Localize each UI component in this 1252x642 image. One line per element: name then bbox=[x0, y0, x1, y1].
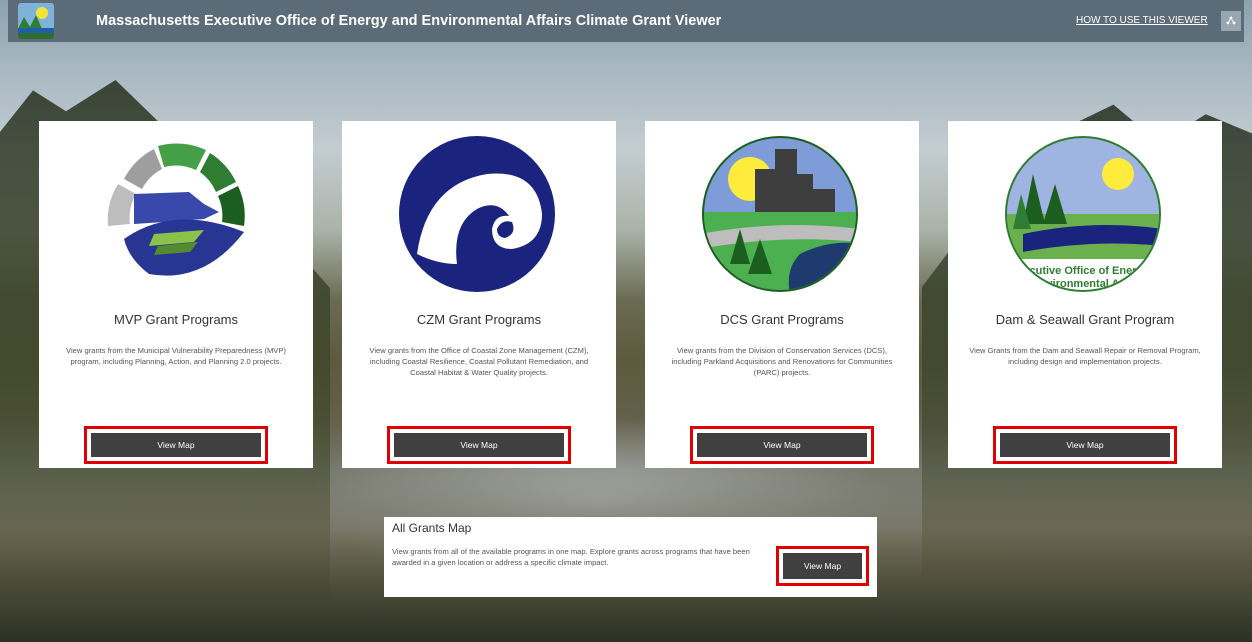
card-description: View Grants from the Dam and Seawall Rep… bbox=[969, 346, 1201, 366]
dcs-logo-image bbox=[702, 136, 858, 292]
highlight-box: View Map bbox=[690, 426, 874, 464]
app-title: Massachusetts Executive Office of Energy… bbox=[96, 13, 722, 29]
eea-logo[interactable] bbox=[18, 3, 54, 39]
highlight-box: View Map bbox=[84, 426, 268, 464]
view-map-button-all-grants[interactable]: View Map bbox=[783, 553, 862, 579]
all-grants-title: All Grants Map bbox=[392, 521, 472, 535]
card-title: MVP Grant Programs bbox=[113, 312, 239, 327]
czm-logo-image bbox=[399, 136, 555, 292]
card-description: View grants from the Office of Coastal Z… bbox=[369, 346, 589, 377]
share-button[interactable] bbox=[1221, 11, 1241, 31]
card-czm: CZM Grant Programs View grants from the … bbox=[342, 121, 616, 468]
view-map-button-dam-seawall[interactable]: View Map bbox=[1000, 433, 1170, 457]
top-header: Massachusetts Executive Office of Energy… bbox=[8, 0, 1244, 42]
share-icon bbox=[1226, 16, 1236, 25]
card-description: View grants from the Division of Conserv… bbox=[671, 346, 893, 377]
dam-seawall-logo-image: cutive Office of Ener vironmental A bbox=[1005, 136, 1161, 292]
logo-text-line-2: vironmental A bbox=[1047, 278, 1120, 290]
view-map-button-mvp[interactable]: View Map bbox=[91, 433, 261, 457]
highlight-box: View Map bbox=[387, 426, 571, 464]
card-dam-seawall: cutive Office of Ener vironmental A Dam … bbox=[948, 121, 1222, 468]
how-to-use-link[interactable]: HOW TO USE THIS VIEWER bbox=[1076, 15, 1208, 26]
card-title: DCS Grant Programs bbox=[720, 312, 844, 327]
card-dcs: DCS Grant Programs View grants from the … bbox=[645, 121, 919, 468]
mvp-logo-image bbox=[98, 138, 250, 290]
logo-text-line-1: cutive Office of Ener bbox=[1030, 265, 1138, 277]
card-title: Dam & Seawall Grant Program bbox=[995, 312, 1175, 327]
highlight-box: View Map bbox=[993, 426, 1177, 464]
view-map-button-czm[interactable]: View Map bbox=[394, 433, 564, 457]
card-mvp: MVP Grant Programs View grants from the … bbox=[39, 121, 313, 468]
view-map-button-dcs[interactable]: View Map bbox=[697, 433, 867, 457]
all-grants-panel: All Grants Map View grants from all of t… bbox=[384, 517, 877, 597]
highlight-box: View Map bbox=[776, 546, 869, 586]
card-title: CZM Grant Programs bbox=[416, 312, 542, 327]
card-description: View grants from the Municipal Vulnerabi… bbox=[66, 346, 286, 366]
all-grants-description: View grants from all of the available pr… bbox=[392, 547, 750, 567]
